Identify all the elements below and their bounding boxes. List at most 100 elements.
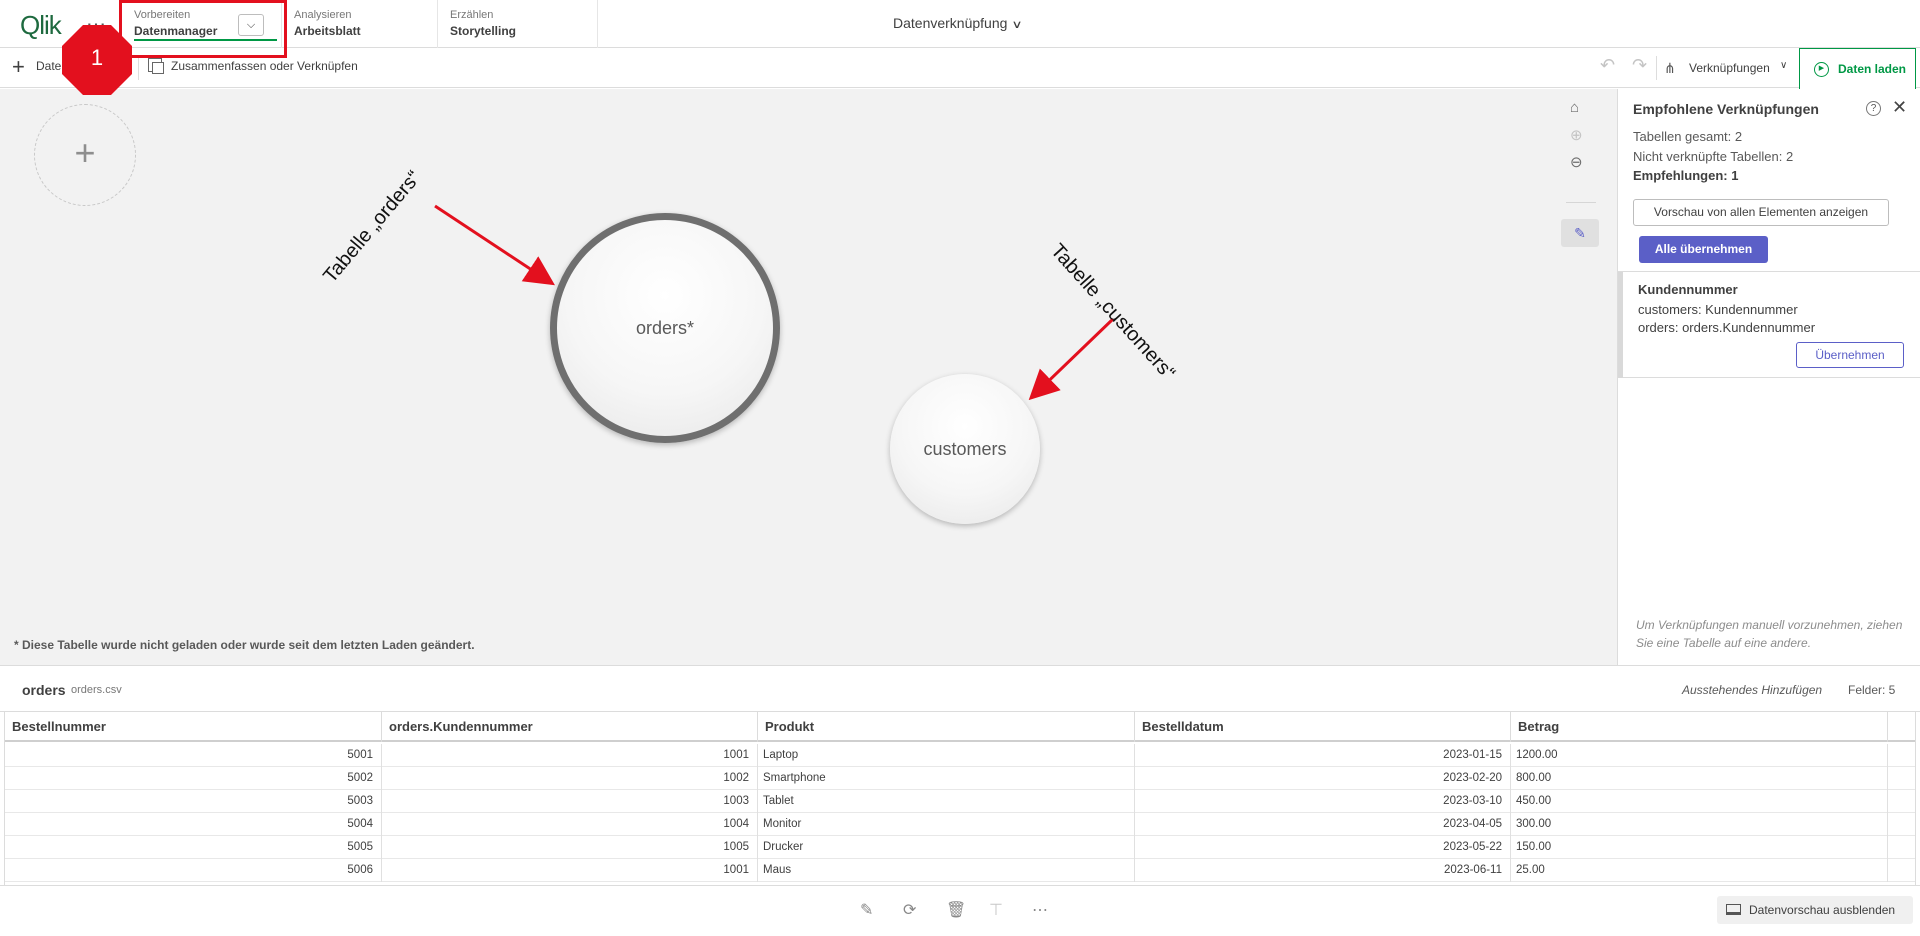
recommendation-marker xyxy=(1618,272,1623,378)
merge-icon[interactable] xyxy=(148,58,164,74)
field-count: Felder: 5 xyxy=(1848,683,1896,697)
stat-recommendations: Empfehlungen: 1 xyxy=(1633,168,1739,183)
table-row[interactable]: 5006 1001 Maus 2023-06-11 25.00 xyxy=(5,859,1915,882)
undo-icon[interactable]: ↶ xyxy=(1600,55,1615,76)
merge-or-concat-button[interactable]: Zusammenfassen oder Verknüpfen xyxy=(171,59,358,73)
table-cell: 5005 xyxy=(5,836,382,859)
table-cell: 800.00 xyxy=(1511,767,1888,790)
table-row[interactable]: 5004 1004 Monitor 2023-04-05 300.00 xyxy=(5,813,1915,836)
preview-table-name: orders xyxy=(22,682,66,698)
edit-icon[interactable]: ✎ xyxy=(860,900,873,920)
help-icon[interactable]: ? xyxy=(1866,101,1881,116)
unloaded-table-note: * Diese Tabelle wurde nicht geladen oder… xyxy=(14,638,475,652)
hide-data-preview-button[interactable]: Datenvorschau ausblenden xyxy=(1717,896,1913,924)
annotation-orders: Tabelle „orders“ xyxy=(319,166,426,288)
recommendation-field: Kundennummer xyxy=(1638,282,1738,297)
close-icon[interactable]: ✕ xyxy=(1892,97,1907,118)
table-cell: 2023-01-15 xyxy=(1135,744,1511,767)
home-icon[interactable]: ⌂ xyxy=(1570,99,1579,116)
arrow-to-orders xyxy=(434,204,556,286)
associations-icon[interactable]: ⋔ xyxy=(1664,60,1676,77)
tab-narrate[interactable]: Erzählen Storytelling xyxy=(438,0,598,48)
trash-icon[interactable]: 🗑 xyxy=(946,900,966,920)
table-row[interactable]: 5005 1005 Drucker 2023-05-22 150.00 xyxy=(5,836,1915,859)
column-header-betrag[interactable]: Betrag xyxy=(1511,712,1888,742)
redo-icon[interactable]: ↷ xyxy=(1632,55,1647,76)
table-cell: Tablet xyxy=(758,790,1135,813)
table-cell: 5004 xyxy=(5,813,382,836)
table-cell: 5002 xyxy=(5,767,382,790)
plus-icon[interactable]: + xyxy=(12,54,25,80)
magic-wand-icon[interactable]: ✎ xyxy=(1561,219,1599,247)
tab-narrate-section: Erzählen xyxy=(450,9,494,21)
table-header-row: Bestellnummer orders.Kundennummer Produk… xyxy=(5,712,1915,742)
table-cell: 1002 xyxy=(382,767,758,790)
table-cell: 2023-05-22 xyxy=(1135,836,1511,859)
bottom-action-bar: ✎ ⟳ 🗑 ⊤ ⋯ Datenvorschau ausblenden xyxy=(0,885,1920,936)
associations-button[interactable]: Verknüpfungen xyxy=(1689,61,1770,75)
table-bubble-customers[interactable]: customers xyxy=(890,374,1040,524)
app-title: Datenverknüpfung xyxy=(893,15,1008,31)
table-cell: Drucker xyxy=(758,836,1135,859)
app-title-dropdown[interactable]: Datenverknüpfung ∨ xyxy=(893,15,1024,31)
preview-panel-icon xyxy=(1726,904,1741,915)
highlight-annotation-box xyxy=(119,0,287,58)
table-cell: 1200.00 xyxy=(1511,744,1888,767)
table-cell: 5006 xyxy=(5,859,382,882)
data-preview-table: Bestellnummer orders.Kundennummer Produk… xyxy=(4,712,1916,885)
toolbar: + Daten Zusammenfassen oder Verknüpfen ↶… xyxy=(0,48,1920,88)
table-cell: 25.00 xyxy=(1511,859,1888,882)
hide-data-preview-label: Datenvorschau ausblenden xyxy=(1749,903,1896,917)
refresh-icon[interactable]: ⟳ xyxy=(903,900,916,920)
column-header-produkt[interactable]: Produkt xyxy=(758,712,1135,742)
zoom-out-icon[interactable]: ⊖ xyxy=(1570,153,1583,171)
table-cell: 2023-03-10 xyxy=(1135,790,1511,813)
table-cell: Laptop xyxy=(758,744,1135,767)
apply-recommendation-button[interactable]: Übernehmen xyxy=(1796,342,1904,368)
more-icon[interactable]: ⋯ xyxy=(1032,900,1048,920)
table-cell: 2023-06-11 xyxy=(1135,859,1511,882)
table-cell: 5003 xyxy=(5,790,382,813)
column-header-bestellnummer[interactable]: Bestellnummer xyxy=(5,712,382,742)
filter-icon[interactable]: ⊤ xyxy=(989,900,1003,920)
table-cell: Maus xyxy=(758,859,1135,882)
table-cell: 300.00 xyxy=(1511,813,1888,836)
apply-all-button[interactable]: Alle übernehmen xyxy=(1639,236,1768,263)
table-cell: 1001 xyxy=(382,744,758,767)
table-row[interactable]: 5002 1002 Smartphone 2023-02-20 800.00 xyxy=(5,767,1915,790)
tab-analyze-section: Analysieren xyxy=(294,9,352,21)
table-row[interactable]: 5003 1003 Tablet 2023-03-10 450.00 xyxy=(5,790,1915,813)
table-bubble-orders[interactable]: orders* xyxy=(550,213,780,443)
zoom-in-icon[interactable]: ⊕ xyxy=(1570,126,1583,144)
table-cell: 1001 xyxy=(382,859,758,882)
controls-divider xyxy=(1566,202,1596,203)
table-cell: Monitor xyxy=(758,813,1135,836)
annotation-customers: Tabelle „customers“ xyxy=(1046,239,1180,385)
table-cell: 150.00 xyxy=(1511,836,1888,859)
recommendation-card[interactable]: Kundennummer customers: Kundennummer ord… xyxy=(1618,272,1920,378)
manual-association-hint: Um Verknüpfungen manuell vorzunehmen, zi… xyxy=(1636,618,1903,650)
load-data-button[interactable]: ▶ Daten laden xyxy=(1799,48,1916,90)
qlik-logo[interactable]: Qlik xyxy=(20,10,62,41)
tab-analyze[interactable]: Analysieren Arbeitsblatt xyxy=(282,0,438,48)
load-data-label: Daten laden xyxy=(1838,62,1907,76)
preview-file-name: orders.csv xyxy=(71,684,122,696)
table-row[interactable]: 5001 1001 Laptop 2023-01-15 1200.00 xyxy=(5,744,1915,767)
add-table-circle[interactable]: + xyxy=(34,104,136,206)
column-header-kundennummer[interactable]: orders.Kundennummer xyxy=(382,712,758,742)
preview-all-button[interactable]: Vorschau von allen Elementen anzeigen xyxy=(1633,199,1889,226)
chevron-down-icon: ∨ xyxy=(1011,19,1024,31)
table-cell: 450.00 xyxy=(1511,790,1888,813)
tab-analyze-label: Arbeitsblatt xyxy=(294,24,361,38)
recommended-associations-panel: Empfohlene Verknüpfungen ? ✕ Tabellen ge… xyxy=(1617,89,1920,665)
toolbar-divider xyxy=(1656,56,1657,80)
stat-total-tables: Tabellen gesamt: 2 xyxy=(1633,129,1743,144)
top-header: Qlik ⋯ Vorbereiten Datenmanager ⌵ Analys… xyxy=(0,0,1920,48)
column-header-bestelldatum[interactable]: Bestelldatum xyxy=(1135,712,1511,742)
association-canvas[interactable]: + orders* customers Tabelle „orders“ Tab… xyxy=(0,89,1617,665)
table-cell: 2023-02-20 xyxy=(1135,767,1511,790)
recommendation-customers-field: customers: Kundennummer xyxy=(1638,302,1798,317)
data-preview-header: orders orders.csv Ausstehendes Hinzufüge… xyxy=(0,665,1920,712)
table-cell: 1004 xyxy=(382,813,758,836)
chevron-down-icon[interactable]: ∨ xyxy=(1780,60,1787,71)
